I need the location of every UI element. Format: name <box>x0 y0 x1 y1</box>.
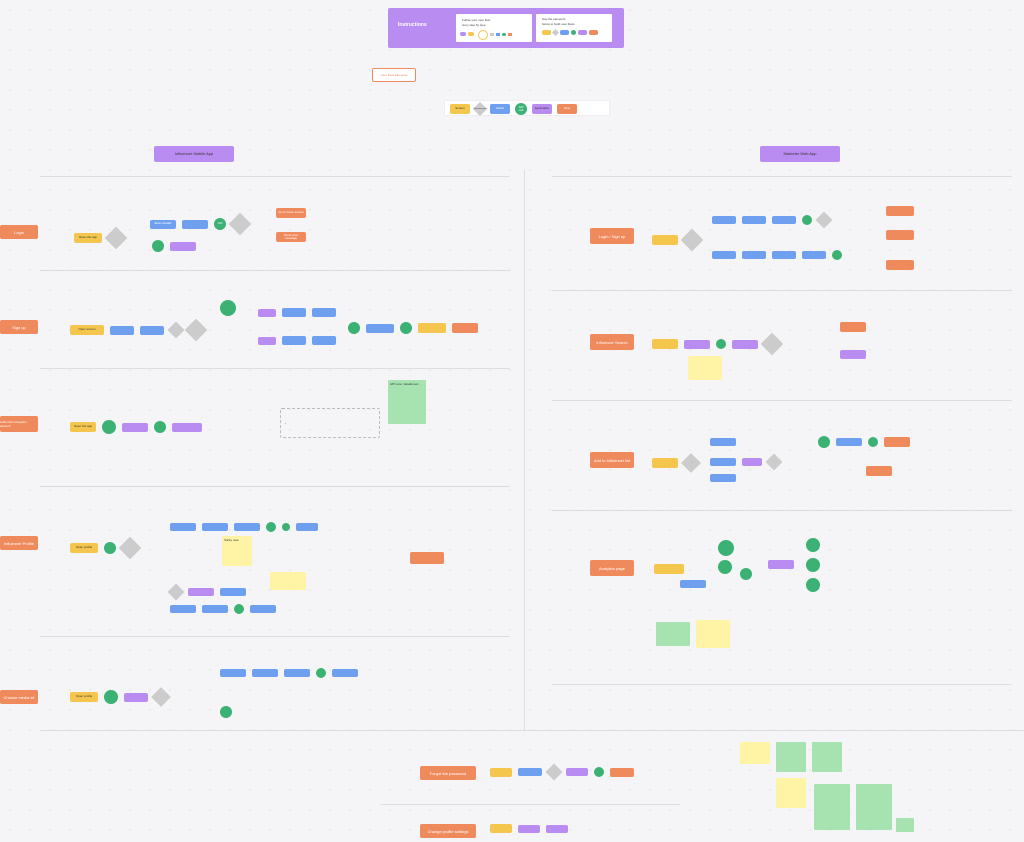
instructions-title: Instructions <box>398 22 427 28</box>
legend-flow: Flow <box>557 104 577 114</box>
flow-search <box>640 306 1020 386</box>
flow-settings <box>490 824 568 833</box>
legend-shapes: Screen Decision point Action API call Ap… <box>450 103 577 115</box>
login-api2 <box>152 240 164 252</box>
legend-app: Application <box>532 104 552 114</box>
flow-login: Open the app Enter details API Go to hom… <box>40 200 510 260</box>
row-tag-login-r: Login / Sign up <box>590 228 634 244</box>
notes-cluster <box>740 742 940 842</box>
instructions-note-left: Follow your user flow story step by step <box>456 14 532 42</box>
row-tag-profile: Influencer Profile <box>0 536 38 550</box>
flow-signup: Open screen <box>40 286 510 362</box>
h-line <box>552 176 1012 177</box>
h-line <box>380 804 680 805</box>
row-tag-settings: Change profile settings <box>420 824 476 838</box>
legend-api: API call <box>515 103 527 115</box>
su-api-top <box>220 300 236 316</box>
row-tag-forgot: Forgot the password <box>420 766 476 780</box>
login-api: API <box>214 218 226 230</box>
an-note-g1 <box>656 622 690 646</box>
login-a2 <box>182 220 208 229</box>
su-a2 <box>140 326 164 335</box>
row-tag-analytics: Analytics page <box>590 560 634 576</box>
legend-decision: Decision point <box>473 102 487 116</box>
flow-forgot <box>490 766 634 778</box>
ig-open: Open the app <box>70 422 96 432</box>
login-open: Open the app <box>74 233 102 243</box>
su-d2 <box>185 319 208 342</box>
h-line <box>552 290 1012 291</box>
su-d1 <box>168 322 185 339</box>
row-tag-search: Influencer Search <box>590 334 634 350</box>
instructions-panel: Instructions Follow your user flow story… <box>388 8 624 48</box>
pf-open: Open profile <box>70 543 98 553</box>
pf-flow-out <box>410 552 444 564</box>
flow-login-r <box>640 200 1020 276</box>
row-tag-login: Login <box>0 225 38 239</box>
login-dec1 <box>105 227 128 250</box>
ig-note-green: API note / details text <box>388 380 426 424</box>
pf-note2 <box>270 572 306 590</box>
preview-diagram <box>460 30 526 40</box>
row-tag-instagram: Authorize Instagram account <box>0 416 38 432</box>
h-line <box>40 176 510 177</box>
flow-instagram: Open the app • API note / details text <box>40 380 510 480</box>
vertical-divider <box>524 170 525 730</box>
row-tag-addlist: Add to Influencer list <box>590 452 634 468</box>
legend-action: Action <box>490 104 510 114</box>
flow-analytics <box>640 524 1020 684</box>
h-line <box>40 270 510 271</box>
influencer-app-title: Influencer Mobile App <box>154 146 234 162</box>
login-a1: Enter details <box>150 220 176 229</box>
h-line <box>40 368 510 369</box>
note-text: Follow your user flow <box>462 18 490 22</box>
user-flow-elements-label: User Flow Elements <box>372 68 416 82</box>
login-error: Show error message <box>276 232 306 242</box>
h-line <box>40 636 510 637</box>
row-tag-media: Choose media kit <box>0 690 38 704</box>
login-app <box>170 242 196 251</box>
row-tag-signup: Sign up <box>0 320 38 334</box>
h-line <box>552 684 1012 685</box>
h-line <box>40 730 1024 731</box>
note-text2: story step by step <box>462 23 486 27</box>
flow-profile: Open profile Sticky note <box>40 500 510 630</box>
ig-dashed-group: • <box>280 408 380 438</box>
h-line <box>552 510 1012 511</box>
an-note-y <box>696 620 730 648</box>
su-open: Open screen <box>70 325 104 335</box>
instructions-note-right: Use the elements below to build user flo… <box>536 14 612 42</box>
flow-media: Open profile <box>40 654 510 724</box>
marketer-app-title: Marketer Web App <box>760 146 840 162</box>
pf-note1: Sticky note <box>222 536 252 566</box>
h-line <box>552 400 1012 401</box>
mk-open: Open profile <box>70 692 98 702</box>
note-text2: below to build user flows <box>542 22 575 26</box>
su-a1 <box>110 326 134 335</box>
search-note <box>688 356 722 380</box>
note-text: Use the elements <box>542 17 565 21</box>
flow-addlist <box>640 416 1020 506</box>
legend-screen: Screen <box>450 104 470 114</box>
h-line <box>40 486 510 487</box>
login-dec2 <box>229 213 252 236</box>
login-home: Go to home screen <box>276 208 306 218</box>
label-text: User Flow Elements <box>381 73 408 77</box>
legend-row <box>542 30 598 35</box>
